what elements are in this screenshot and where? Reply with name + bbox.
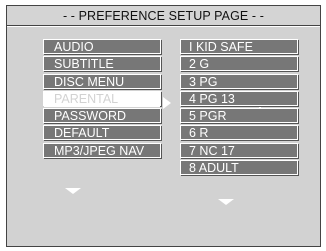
menu-item-parental[interactable]: PARENTAL <box>43 90 161 107</box>
menu-item-subtitle[interactable]: SUBTITLE <box>43 56 161 72</box>
menu-item-audio[interactable]: AUDIO <box>43 39 161 54</box>
submenu-item-nc-17[interactable]: 7 NC 17 <box>180 142 298 158</box>
submenu-item-pgr[interactable]: 5 PGR <box>180 108 298 124</box>
submenu-item-pg-13[interactable]: 4 PG 13 <box>180 90 298 106</box>
menu-item-disc-menu[interactable]: DISC MENU <box>43 73 161 89</box>
scroll-down-icon[interactable] <box>218 199 234 205</box>
page-title: - - PREFERENCE SETUP PAGE - - <box>7 6 320 26</box>
setup-menu: AUDIO SUBTITLE DISC MENU PARENTAL PASSWO… <box>43 39 161 160</box>
menu-item-default[interactable]: DEFAULT <box>43 125 161 141</box>
menu-item-password[interactable]: PASSWORD <box>43 108 161 124</box>
submenu-item-g[interactable]: 2 G <box>180 56 298 72</box>
arrow-right-icon <box>163 97 171 109</box>
submenu-item-r[interactable]: 6 R <box>180 125 298 141</box>
menu-item-mp3-jpeg-nav[interactable]: MP3/JPEG NAV <box>43 142 161 158</box>
submenu-item-pg[interactable]: 3 PG <box>180 73 298 89</box>
submenu-item-kid-safe[interactable]: I KID SAFE <box>180 39 298 54</box>
scroll-down-icon[interactable] <box>65 188 81 194</box>
cursor-dot <box>259 107 261 109</box>
submenu-item-adult[interactable]: 8 ADULT <box>180 160 298 176</box>
parental-submenu: I KID SAFE 2 G 3 PG 4 PG 13 5 PGR 6 R 7 … <box>180 39 298 177</box>
setup-screen: - - PREFERENCE SETUP PAGE - - AUDIO SUBT… <box>6 5 321 247</box>
menu-area: AUDIO SUBTITLE DISC MENU PARENTAL PASSWO… <box>7 27 320 246</box>
menu-item-parental-label: PARENTAL <box>44 91 160 107</box>
